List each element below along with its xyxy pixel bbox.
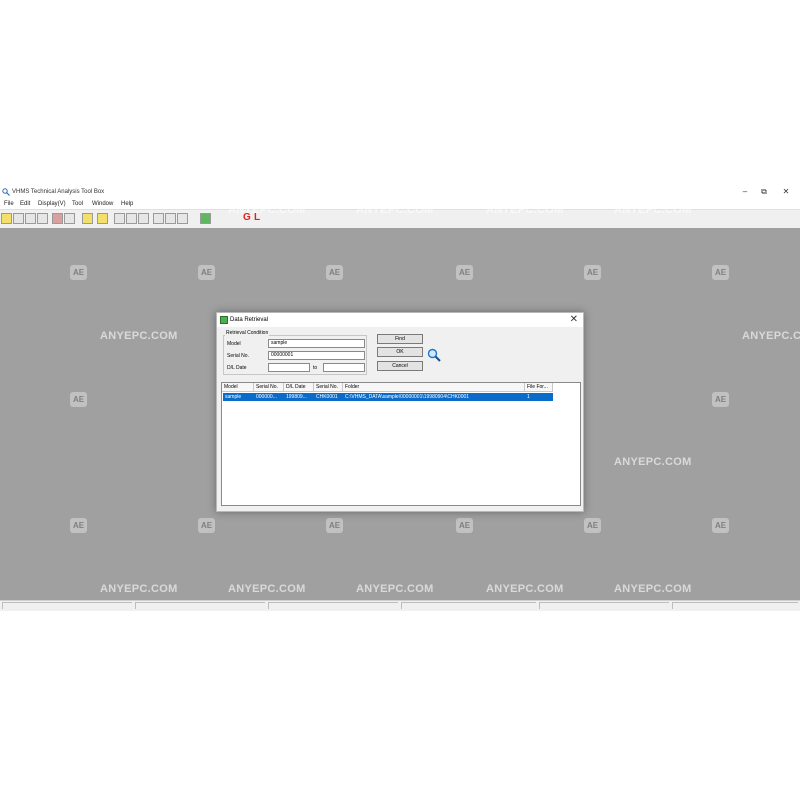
serial-input[interactable]: 00000001 bbox=[268, 351, 365, 360]
watermark-badge: AE bbox=[456, 265, 473, 280]
cell-date: 199809... bbox=[286, 394, 307, 400]
dialog-title-bar: Data Retrieval ✕ bbox=[217, 313, 583, 327]
dialog-icon bbox=[220, 316, 228, 324]
watermark-text: ANYEPC.COM bbox=[486, 204, 564, 216]
group-title: Retrieval Condition bbox=[225, 330, 270, 336]
title-bar: VHMS Technical Analysis Tool Box – ⧉ ✕ bbox=[0, 185, 800, 199]
status-pane bbox=[268, 602, 398, 609]
model-input[interactable]: sample bbox=[268, 339, 365, 348]
date-from-input[interactable] bbox=[268, 363, 310, 372]
to-label: to bbox=[313, 365, 318, 371]
watermark-text: ANYEPC.COM bbox=[614, 583, 692, 595]
menu-edit[interactable]: Edit bbox=[20, 201, 30, 207]
window-arrange-icon[interactable] bbox=[177, 213, 188, 224]
watermark-badge: AE bbox=[198, 265, 215, 280]
close-button[interactable]: ✕ bbox=[776, 187, 796, 197]
results-list[interactable]: Model Serial No. D/L Date Serial No. Fol… bbox=[221, 382, 581, 506]
column-header-file-format[interactable]: File For... bbox=[525, 383, 553, 392]
app-icon bbox=[2, 188, 10, 196]
lightning-icon[interactable] bbox=[82, 213, 93, 224]
cell-serial: 000000... bbox=[256, 394, 277, 400]
watermark-badge: AE bbox=[70, 265, 87, 280]
watermark-badge: AE bbox=[70, 392, 87, 407]
watermark-text: ANYEPC.COM bbox=[356, 204, 434, 216]
watermark-badge: AE bbox=[584, 518, 601, 533]
watermark-text: ANYEPC.COM bbox=[486, 583, 564, 595]
watermark-badge: AE bbox=[326, 518, 343, 533]
watermark-text: ANYEPC.COM bbox=[100, 330, 178, 342]
status-pane bbox=[401, 602, 536, 609]
watermark-text: ANYEPC.COM bbox=[614, 456, 692, 468]
window-cascade-icon[interactable] bbox=[153, 213, 164, 224]
status-pane bbox=[2, 602, 132, 609]
watermark-badge: AE bbox=[712, 518, 729, 533]
table-row[interactable]: sample 000000... 199809... CHK0001 C:\VH… bbox=[223, 393, 553, 401]
watermark-text: ANYEPC.COM bbox=[742, 330, 800, 342]
cell-folder: C:\VHMS_DATA\sample\00000001\19980904\CH… bbox=[345, 394, 470, 400]
column-header-model[interactable]: Model bbox=[222, 383, 254, 392]
watermark-badge: AE bbox=[198, 518, 215, 533]
watermark-badge: AE bbox=[70, 518, 87, 533]
column-header-serial[interactable]: Serial No. bbox=[254, 383, 284, 392]
table-icon[interactable] bbox=[138, 213, 149, 224]
column-header-date[interactable]: D/L Date bbox=[284, 383, 314, 392]
menu-tool[interactable]: Tool bbox=[72, 201, 83, 207]
window-tile-icon[interactable] bbox=[165, 213, 176, 224]
watermark-text: ANYEPC.COM bbox=[228, 583, 306, 595]
tool-icon[interactable] bbox=[64, 213, 75, 224]
menu-window[interactable]: Window bbox=[92, 201, 113, 207]
column-header-serial-2[interactable]: Serial No. bbox=[314, 383, 343, 392]
minimize-button[interactable]: – bbox=[735, 187, 755, 197]
date-label: D/L Date bbox=[227, 365, 247, 371]
menu-display[interactable]: Display(V) bbox=[38, 201, 66, 207]
dialog-title: Data Retrieval bbox=[230, 317, 269, 323]
watermark-badge: AE bbox=[584, 265, 601, 280]
watermark-badge: AE bbox=[456, 518, 473, 533]
menu-help[interactable]: Help bbox=[121, 201, 133, 207]
open-folder-icon[interactable] bbox=[1, 213, 12, 224]
open-file-icon[interactable] bbox=[13, 213, 24, 224]
cell-model: sample bbox=[225, 394, 242, 400]
status-pane bbox=[539, 602, 669, 609]
serial-label: Serial No. bbox=[227, 353, 249, 359]
model-label: Model bbox=[227, 341, 241, 347]
magnifier-icon[interactable] bbox=[427, 348, 441, 362]
watermark-badge: AE bbox=[326, 265, 343, 280]
window-title: VHMS Technical Analysis Tool Box bbox=[12, 189, 105, 195]
ok-button[interactable]: OK bbox=[377, 347, 423, 357]
restore-button[interactable]: ⧉ bbox=[754, 187, 774, 197]
watermark-text: ANYEPC.COM bbox=[228, 204, 306, 216]
status-pane bbox=[672, 602, 798, 609]
watermark-text: ANYEPC.COM bbox=[100, 583, 178, 595]
connect-icon[interactable] bbox=[52, 213, 63, 224]
watermark-text: ANYEPC.COM bbox=[356, 583, 434, 595]
watermark-badge: AE bbox=[712, 265, 729, 280]
status-pane bbox=[135, 602, 265, 609]
status-bar bbox=[0, 600, 800, 611]
cell-serial-2: CHK0001 bbox=[316, 394, 338, 400]
menu-file[interactable]: File bbox=[4, 201, 14, 207]
chart-icon[interactable] bbox=[126, 213, 137, 224]
download-icon[interactable] bbox=[97, 213, 108, 224]
exit-icon[interactable] bbox=[200, 213, 211, 224]
column-header-folder[interactable]: Folder bbox=[343, 383, 525, 392]
cell-file-format: 1 bbox=[527, 394, 530, 400]
date-to-input[interactable] bbox=[323, 363, 365, 372]
cancel-button[interactable]: Cancel bbox=[377, 361, 423, 371]
data-retrieval-dialog: Data Retrieval ✕ Retrieval Condition Mod… bbox=[216, 312, 584, 512]
find-button[interactable]: Find bbox=[377, 334, 423, 344]
report-icon[interactable] bbox=[114, 213, 125, 224]
save-icon[interactable] bbox=[25, 213, 36, 224]
dialog-close-icon[interactable]: ✕ bbox=[570, 314, 578, 325]
print-icon[interactable] bbox=[37, 213, 48, 224]
watermark-badge: AE bbox=[712, 392, 729, 407]
watermark-text: ANYEPC.COM bbox=[614, 204, 692, 216]
